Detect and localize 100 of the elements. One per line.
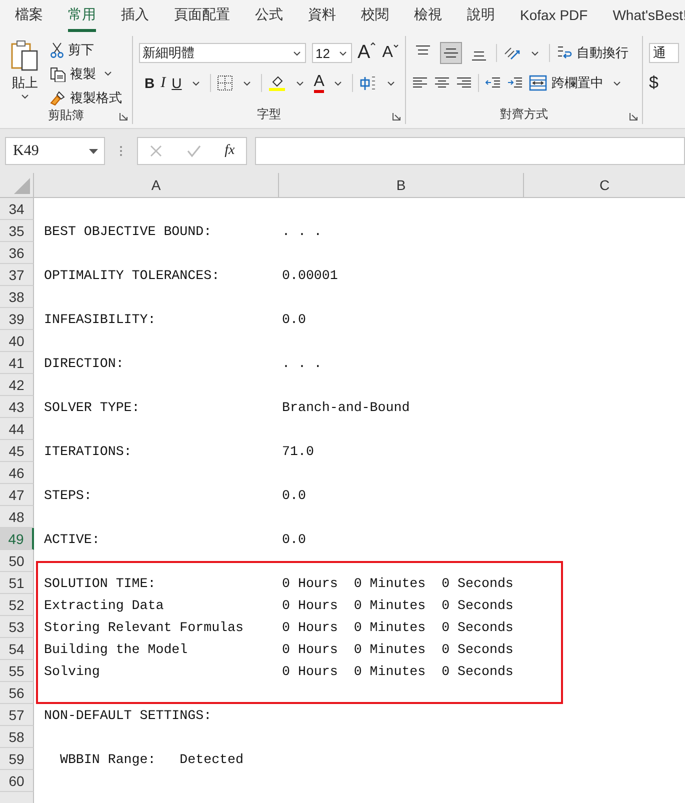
row-header[interactable]: 34 <box>0 198 34 220</box>
caret-icon[interactable] <box>192 80 200 86</box>
row-header[interactable]: 40 <box>0 330 34 352</box>
row-header[interactable]: 59 <box>0 748 34 770</box>
ribbon-tab[interactable]: 資料 <box>308 0 336 32</box>
ribbon-tab[interactable]: 頁面配置 <box>174 0 230 32</box>
caret-icon[interactable] <box>387 80 396 86</box>
currency-button[interactable]: $ <box>649 73 658 93</box>
italic-button[interactable]: I <box>160 74 166 92</box>
group-label: 對齊方式 <box>500 107 548 121</box>
row-header[interactable]: 37 <box>0 264 34 286</box>
row-header[interactable]: 46 <box>0 462 34 484</box>
wrap-text-icon <box>556 45 572 61</box>
row-header[interactable]: 56 <box>0 682 34 704</box>
insert-function-button[interactable]: fx <box>224 143 235 159</box>
row-header[interactable]: 39 <box>0 308 34 330</box>
paste-button[interactable]: 貼上 <box>6 40 44 107</box>
name-box[interactable]: K49 <box>5 137 105 165</box>
middle-align-button[interactable] <box>440 42 462 64</box>
row-header[interactable]: 49 <box>0 528 34 550</box>
increase-indent-icon[interactable] <box>507 76 524 90</box>
row-header[interactable]: 38 <box>0 286 34 308</box>
decrease-font-size-button[interactable]: A <box>382 44 399 62</box>
dialog-launcher-icon[interactable] <box>118 112 128 121</box>
caret-icon <box>292 50 301 56</box>
row-header[interactable]: 47 <box>0 484 34 506</box>
checkmark-icon[interactable] <box>186 144 202 158</box>
row-header[interactable]: 57 <box>0 704 34 726</box>
dialog-launcher-icon[interactable] <box>629 112 638 121</box>
row-header[interactable]: 52 <box>0 594 34 616</box>
cell-text: 0 Hours 0 Minutes 0 Seconds <box>282 576 514 590</box>
ribbon-tab[interactable]: 檢視 <box>414 0 442 32</box>
cell-text: 0 Hours 0 Minutes 0 Seconds <box>282 598 514 612</box>
borders-icon[interactable] <box>216 75 233 91</box>
row-header[interactable]: 55 <box>0 660 34 682</box>
font-name-dropdown[interactable]: 新細明體 <box>138 43 306 63</box>
cell-text: DIRECTION: <box>44 356 124 370</box>
row-header[interactable]: 60 <box>0 770 34 792</box>
bold-button[interactable]: B <box>144 75 155 91</box>
row-header[interactable]: 42 <box>0 374 34 396</box>
cell-text: 0 Hours 0 Minutes 0 Seconds <box>282 664 514 678</box>
fill-color-icon[interactable] <box>268 74 286 92</box>
cell-text: Building the Model <box>44 642 188 656</box>
format-painter-button[interactable]: 複製格式 <box>50 88 122 107</box>
row-header[interactable]: 41 <box>0 352 34 374</box>
formula-input[interactable] <box>255 137 685 165</box>
cell-text: . . . <box>282 224 322 238</box>
cell-text: Solving <box>44 664 100 678</box>
row-header[interactable]: 50 <box>0 550 34 572</box>
row-header[interactable]: 45 <box>0 440 34 462</box>
increase-font-size-button[interactable]: A <box>358 42 376 64</box>
cut-button[interactable]: 剪下 <box>50 40 122 59</box>
cell-text: 71.0 <box>282 444 314 458</box>
row-header[interactable]: 36 <box>0 242 34 264</box>
copy-button[interactable]: 複製 <box>50 64 122 83</box>
row-header[interactable]: 53 <box>0 616 34 638</box>
align-right-icon[interactable] <box>456 76 472 90</box>
decrease-indent-icon[interactable] <box>485 76 502 90</box>
font-size-dropdown[interactable]: 12 <box>312 43 352 63</box>
align-left-icon[interactable] <box>412 76 428 90</box>
align-center-icon[interactable] <box>434 76 450 90</box>
caret-icon[interactable] <box>531 50 540 56</box>
cell-text: . . . <box>282 356 322 370</box>
column-header[interactable]: A <box>34 173 279 197</box>
font-color-button[interactable]: A <box>314 74 324 92</box>
phonetic-guide-icon[interactable] <box>359 75 378 91</box>
cell-text: 0 Hours 0 Minutes 0 Seconds <box>282 642 514 656</box>
ribbon-tab[interactable]: Kofax PDF <box>520 1 588 31</box>
caret-icon[interactable] <box>296 80 304 86</box>
row-header[interactable]: 44 <box>0 418 34 440</box>
row-header[interactable]: 35 <box>0 220 34 242</box>
column-header[interactable]: B <box>279 173 524 197</box>
ribbon-tab[interactable]: 說明 <box>467 0 495 32</box>
ribbon-tab[interactable]: 公式 <box>255 0 283 32</box>
scissors-icon <box>50 42 64 58</box>
row-header[interactable]: 48 <box>0 506 34 528</box>
ribbon-tab[interactable]: 檔案 <box>15 0 43 32</box>
number-format-dropdown[interactable]: 通 <box>649 43 679 63</box>
align-middle-icon <box>443 48 460 58</box>
column-header[interactable]: C <box>524 173 685 197</box>
caret-icon[interactable] <box>334 80 342 86</box>
row-header[interactable]: 43 <box>0 396 34 418</box>
row-header[interactable]: 54 <box>0 638 34 660</box>
merge-center-button[interactable]: 跨欄置中 <box>529 74 604 92</box>
cell-text: Storing Relevant Formulas <box>44 620 244 634</box>
caret-icon[interactable] <box>242 80 251 86</box>
wrap-text-button[interactable]: 自動換行 <box>556 44 628 62</box>
more-options-icon[interactable] <box>119 145 123 157</box>
underline-button[interactable]: U <box>172 75 182 91</box>
cell-text: 0 Hours 0 Minutes 0 Seconds <box>282 620 514 634</box>
cell-text: Branch-and-Bound <box>282 400 410 414</box>
text-orientation-icon[interactable] <box>503 45 522 61</box>
row-header[interactable]: 58 <box>0 726 34 748</box>
caret-icon[interactable] <box>613 80 622 86</box>
cell-text: STEPS: <box>44 488 92 502</box>
dialog-launcher-icon[interactable] <box>392 112 402 121</box>
cell-text: SOLUTION TIME: <box>44 576 156 590</box>
ribbon-tab[interactable]: 校閱 <box>361 0 389 32</box>
row-header[interactable]: 51 <box>0 572 34 594</box>
ribbon-tab[interactable]: 插入 <box>121 0 149 32</box>
